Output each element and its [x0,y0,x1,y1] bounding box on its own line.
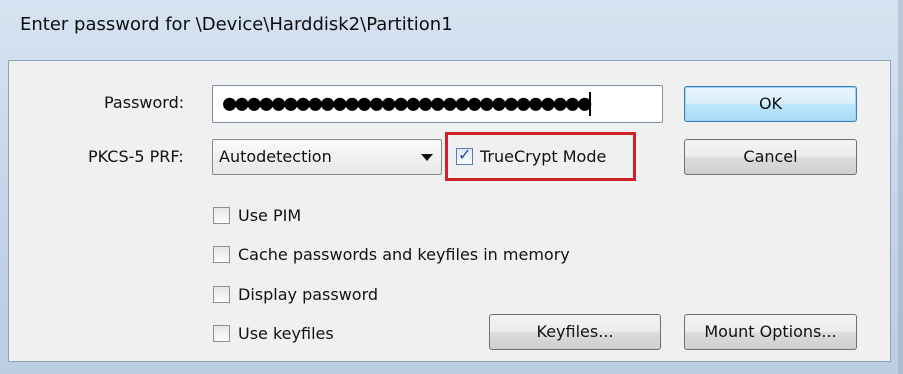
checkmark-icon: ✓ [458,145,472,164]
prf-select[interactable]: Autodetection [212,139,442,175]
window-edge [898,0,903,374]
truecrypt-mode-label[interactable]: TrueCrypt Mode [480,147,606,166]
display-password-label[interactable]: Display password [238,285,378,304]
use-pim-checkbox[interactable] [213,207,230,224]
password-field[interactable]: ●●●●●●●●●●●●●●●●●●●●●●●●●●●●●● [212,85,663,123]
text-caret [589,92,591,116]
use-keyfiles-label[interactable]: Use keyfiles [238,324,334,343]
mount-options-button[interactable]: Mount Options... [684,314,857,350]
ok-button[interactable]: OK [684,86,857,122]
display-password-checkbox[interactable] [213,286,230,303]
keyfiles-button[interactable]: Keyfiles... [489,314,661,350]
prf-selected-value: Autodetection [219,147,332,166]
use-keyfiles-checkbox[interactable] [213,325,230,342]
password-masked-value: ●●●●●●●●●●●●●●●●●●●●●●●●●●●●●● [223,91,591,116]
cache-passwords-checkbox[interactable] [213,246,230,263]
dropdown-arrow-icon [421,154,433,161]
truecrypt-mode-checkbox[interactable]: ✓ [456,145,473,165]
prf-label: PKCS-5 PRF: [88,147,184,166]
cache-passwords-label[interactable]: Cache passwords and keyfiles in memory [238,245,570,264]
cancel-button[interactable]: Cancel [684,139,857,175]
use-pim-label[interactable]: Use PIM [238,206,301,225]
password-label: Password: [104,93,185,112]
window-title: Enter password for \Device\Harddisk2\Par… [20,14,453,35]
